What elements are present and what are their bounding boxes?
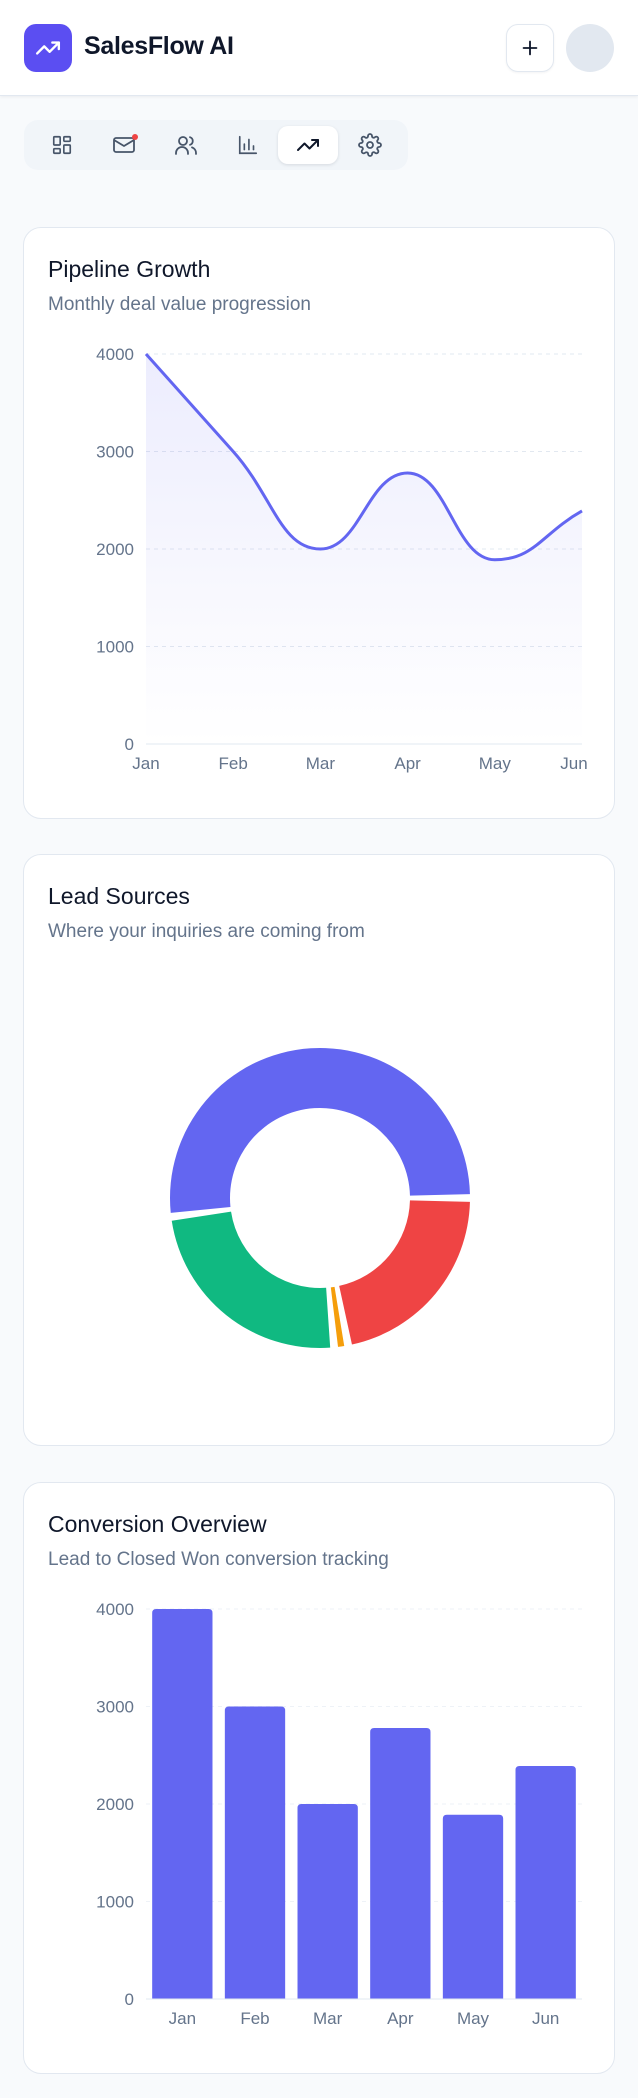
tab-bar	[24, 120, 408, 170]
avatar[interactable]	[566, 24, 614, 72]
bar[interactable]	[370, 1727, 431, 1999]
x-tick-label: Mar	[306, 754, 336, 773]
x-tick-label: Jan	[169, 2009, 196, 2028]
x-tick-label: Feb	[240, 2009, 269, 2028]
x-tick-label: Jun	[532, 2009, 559, 2028]
trending-up-icon	[35, 41, 61, 55]
bar[interactable]	[152, 1609, 213, 1999]
y-tick-label: 0	[125, 735, 134, 754]
pipeline-area-chart: 0 1000 2000 3000 4000 Jan Feb Mar Apr May Jun	[96, 345, 588, 773]
tab-analytics[interactable]	[218, 126, 278, 164]
x-tick-label: Apr	[394, 754, 421, 773]
x-tick-label: Jun	[560, 754, 587, 773]
x-tick-label: Jan	[132, 754, 159, 773]
app-title: SalesFlow AI	[84, 32, 234, 60]
tab-users[interactable]	[156, 126, 216, 164]
x-tick-label: May	[457, 2009, 490, 2028]
bar-chart-icon	[238, 135, 258, 155]
tab-settings[interactable]	[340, 126, 400, 164]
plus-icon	[522, 40, 538, 56]
y-tick-label: 0	[125, 1990, 134, 2009]
lead-sources-card: Lead Sources Where your inquiries are co…	[23, 854, 615, 1446]
y-tick-label: 2000	[96, 540, 134, 559]
tab-dashboard[interactable]	[32, 126, 92, 164]
add-button[interactable]	[506, 24, 554, 72]
x-tick-label: Feb	[219, 754, 248, 773]
y-tick-label: 4000	[96, 1600, 134, 1619]
y-tick-label: 2000	[96, 1795, 134, 1814]
x-tick-label: May	[479, 754, 512, 773]
notification-dot	[132, 134, 138, 140]
conversion-bar-chart: 0 1000 2000 3000 4000 Jan Feb Mar Apr May Jun	[96, 1600, 582, 2028]
pie-slice[interactable]	[339, 1200, 470, 1345]
bar[interactable]	[224, 1706, 286, 2000]
dashboard-icon	[52, 135, 72, 155]
pipeline-growth-card: Pipeline Growth Monthly deal value progr…	[23, 227, 615, 819]
pie-slice[interactable]	[171, 1211, 331, 1348]
bar[interactable]	[442, 1814, 504, 1999]
y-tick-label: 3000	[96, 443, 134, 462]
bar[interactable]	[515, 1765, 576, 1999]
y-tick-label: 4000	[96, 345, 134, 364]
app-logo[interactable]	[24, 24, 72, 72]
y-tick-label: 1000	[96, 638, 134, 657]
bar[interactable]	[297, 1804, 358, 1999]
y-tick-label: 3000	[96, 1698, 134, 1717]
lead-sources-donut-chart	[170, 1048, 470, 1348]
tab-growth[interactable]	[278, 126, 338, 164]
x-tick-label: Apr	[387, 2009, 414, 2028]
x-tick-label: Mar	[313, 2009, 343, 2028]
conversion-overview-card: Conversion Overview Lead to Closed Won c…	[23, 1482, 615, 2074]
y-tick-label: 1000	[96, 1893, 134, 1912]
tab-mail[interactable]	[94, 126, 154, 164]
pie-slice[interactable]	[170, 1048, 470, 1213]
app-header: SalesFlow AI	[0, 0, 638, 96]
users-icon	[175, 136, 197, 155]
trending-up-icon	[297, 139, 319, 151]
settings-icon	[358, 133, 382, 157]
